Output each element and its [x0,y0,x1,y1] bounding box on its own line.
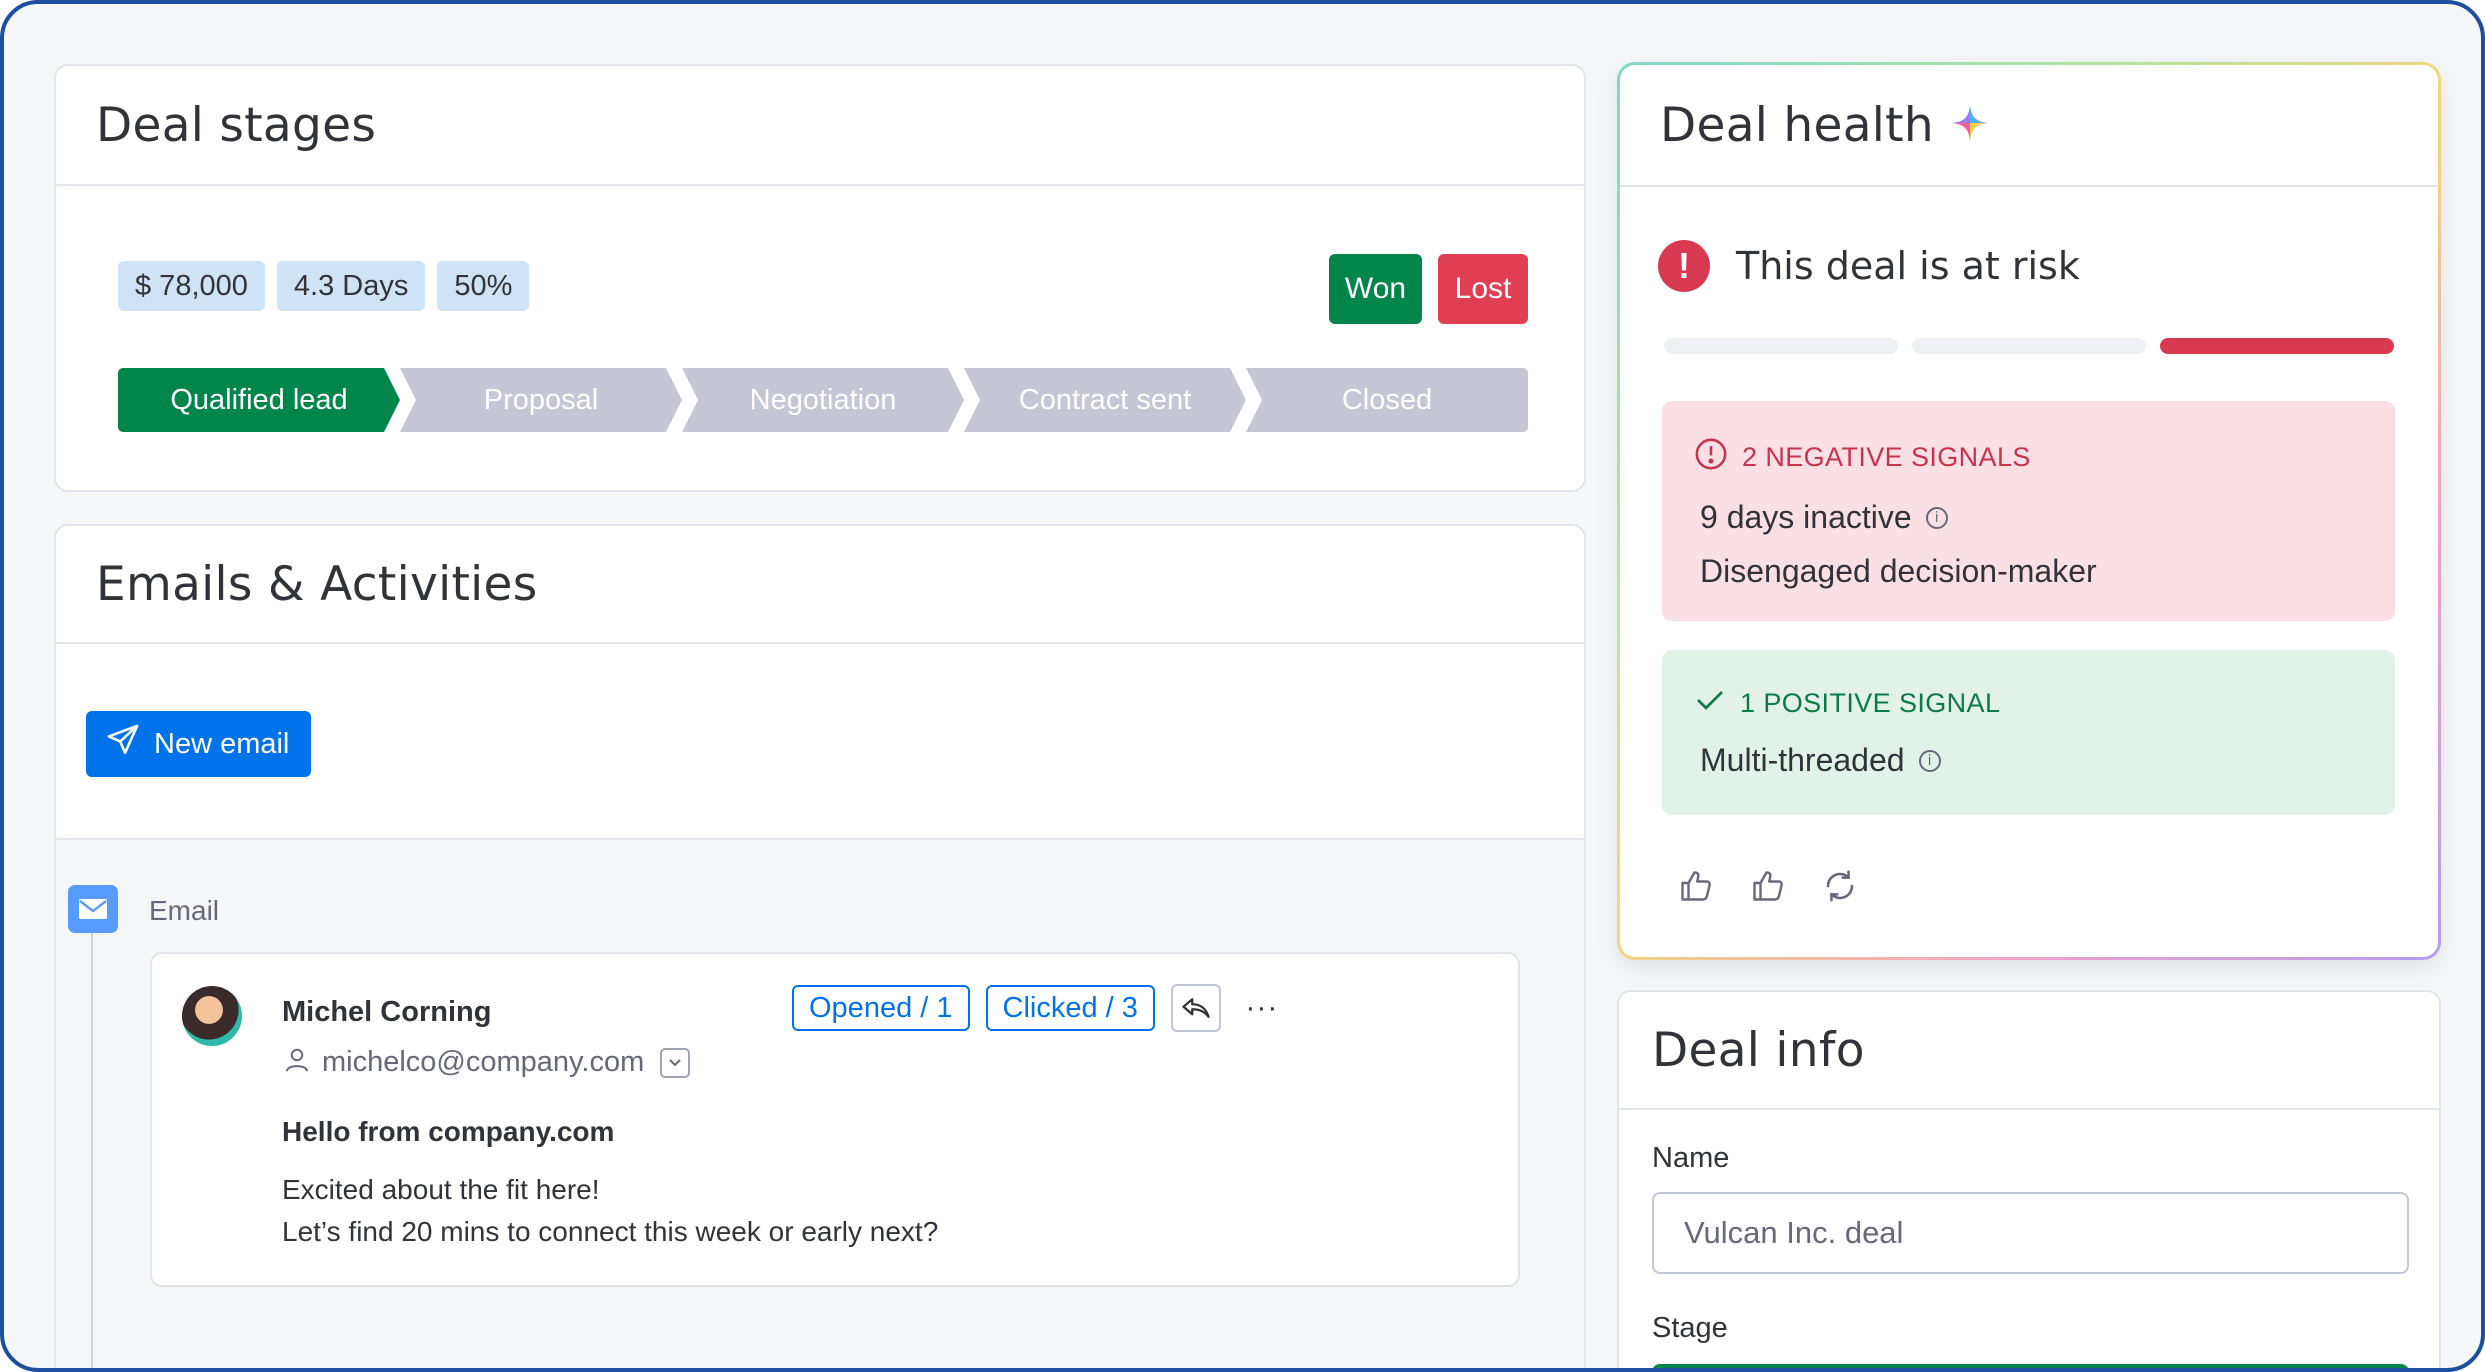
email-body-line-1: Excited about the fit here! [282,1174,600,1205]
deal-value-badge: $ 78,000 [118,261,265,311]
name-label: Name [1652,1142,1730,1174]
email-tracking-tags: Opened / 1 Clicked / 3 ··· [792,984,1287,1032]
ai-sparkle-icon [1950,103,1990,148]
won-button[interactable]: Won [1329,254,1422,324]
negative-signals-heading: 2 NEGATIVE SIGNALS [1694,437,2031,478]
positive-signals-label: 1 POSITIVE SIGNAL [1740,688,2001,718]
won-lost-buttons: Won Lost [1329,254,1528,324]
deal-days-badge: 4.3 Days [276,261,426,311]
refresh-icon[interactable] [1819,865,1861,907]
emails-activities-card: Emails & Activities New email Email Mich… [54,524,1586,1368]
activity-type-label: Email [149,895,220,926]
stage-qualified-lead[interactable]: Qualified lead [118,368,400,432]
risk-meter-segment-3 [2160,338,2394,354]
send-icon [106,723,140,765]
timeline-line [91,910,93,1368]
email-body-line-2: Let’s find 20 mins to connect this week … [282,1216,939,1247]
chevron-down-icon[interactable] [660,1047,691,1078]
negative-signal-item: 9 days inactive i [1700,499,1948,536]
deal-health-title: Deal health [1660,97,1934,153]
activity-timeline: Email Michel Corning michelco@company.co… [56,838,1584,1368]
email-item[interactable]: Michel Corning michelco@company.com Open… [150,952,1520,1287]
deal-info-card: Deal info Name Stage [1617,990,2441,1368]
positive-signal-text: Multi-threaded [1700,742,1905,778]
stage-pipeline: Qualified lead Proposal Negotiation Cont… [118,368,1528,432]
clicked-tag[interactable]: Clicked / 3 [985,985,1155,1031]
thumbs-down-icon[interactable] [1747,865,1789,907]
emails-activities-header: Emails & Activities [56,526,1584,644]
stage-contract-sent[interactable]: Contract sent [964,368,1246,432]
sender-email-row: michelco@company.com [282,1044,691,1081]
positive-signals: 1 POSITIVE SIGNAL Multi-threaded i [1662,650,2395,815]
deal-stages-header: Deal stages [56,66,1584,186]
alert-icon: ! [1658,240,1710,292]
risk-meter [1664,338,2394,354]
stage-label: Stage [1652,1312,1728,1344]
stage-selector[interactable] [1652,1364,2409,1368]
lost-button[interactable]: Lost [1438,254,1528,324]
avatar [182,986,242,1046]
risk-meter-segment-2 [1912,338,2146,354]
new-email-button[interactable]: New email [86,711,312,777]
negative-signal-text: 9 days inactive [1700,499,1912,535]
sender-name: Michel Corning [282,996,492,1028]
opened-tag[interactable]: Opened / 1 [792,985,970,1031]
risk-meter-segment-1 [1664,338,1898,354]
stage-closed[interactable]: Closed [1246,368,1528,432]
deal-name-input[interactable] [1652,1192,2409,1274]
thumbs-up-icon[interactable] [1675,865,1717,907]
person-icon [282,1044,312,1081]
negative-signals: 2 NEGATIVE SIGNALS 9 days inactive i Dis… [1662,401,2395,621]
feedback-actions [1675,865,1861,907]
more-options-icon[interactable]: ··· [1237,984,1287,1032]
email-subject: Hello from company.com [282,1116,615,1147]
check-icon [1694,686,1726,721]
reply-icon[interactable] [1170,984,1221,1032]
deal-health-header: Deal health [1620,65,2438,187]
deal-metrics: $ 78,000 4.3 Days 50% [118,261,530,311]
positive-signal-item: Multi-threaded i [1700,742,1941,779]
sender-email: michelco@company.com [322,1046,645,1078]
negative-signals-label: 2 NEGATIVE SIGNALS [1742,442,2031,472]
app-frame: Deal stages $ 78,000 4.3 Days 50% Won Lo… [0,0,2485,1372]
deal-info-header: Deal info [1619,992,2439,1110]
info-icon[interactable]: i [1918,749,1941,772]
positive-signals-heading: 1 POSITIVE SIGNAL [1694,686,2000,721]
stage-negotiation[interactable]: Negotiation [682,368,964,432]
stage-proposal[interactable]: Proposal [400,368,682,432]
deal-info-title: Deal info [1652,1022,1865,1078]
new-email-label: New email [154,727,290,760]
risk-status-text: This deal is at risk [1736,244,2080,288]
risk-status: ! This deal is at risk [1658,240,2080,292]
email-icon [68,885,118,933]
info-icon[interactable]: i [1925,506,1948,529]
deal-probability-badge: 50% [437,261,530,311]
deal-stages-card: Deal stages $ 78,000 4.3 Days 50% Won Lo… [54,64,1586,492]
negative-signal-text: Disengaged decision-maker [1700,553,2097,589]
emails-activities-title: Emails & Activities [96,556,538,612]
deal-health-card: Deal health ! This deal is at risk 2 NEG… [1617,62,2441,960]
warning-circle-icon [1694,437,1728,478]
deal-stages-title: Deal stages [96,97,377,153]
negative-signal-item: Disengaged decision-maker [1700,553,2097,590]
